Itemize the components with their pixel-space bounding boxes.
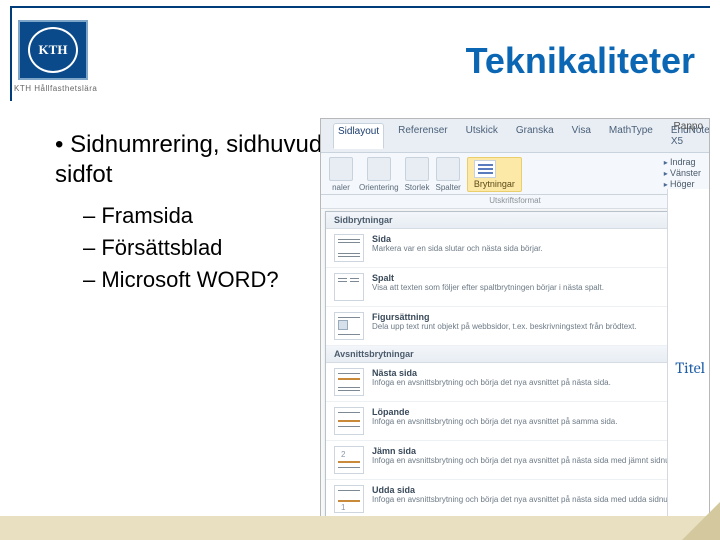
ribbon: naler Orientering Storlek Spalter Brytni… — [321, 153, 709, 195]
mi-desc: Infoga en avsnittsbrytning och börja det… — [372, 378, 696, 388]
mi-title: Udda sida — [372, 485, 696, 495]
ribbon-btn-size[interactable]: Storlek — [405, 157, 430, 192]
border-top — [10, 6, 710, 8]
mi-title: Figursättning — [372, 312, 696, 322]
ribbon-label-2: Orientering — [359, 183, 399, 192]
mi-title: Sida — [372, 234, 696, 244]
ribbon-btn-marg[interactable]: naler — [329, 157, 353, 192]
menu-item-udda[interactable]: 1 Udda sidaInfoga en avsnittsbrytning oc… — [326, 480, 704, 519]
menu-item-nasta[interactable]: Nästa sidaInfoga en avsnittsbrytning och… — [326, 363, 704, 402]
mi-desc: Infoga en avsnittsbrytning och börja det… — [372, 495, 696, 505]
kth-logo-text: KTH — [28, 27, 78, 73]
slide-container: KTH KTH Hållfasthetslära Teknikaliteter … — [0, 0, 720, 540]
ribbon-btn-orient[interactable]: Orientering — [359, 157, 399, 192]
ribbon-btn-cols[interactable]: Spalter — [435, 157, 460, 192]
tab-granska[interactable]: Granska — [512, 123, 558, 149]
breaks-dropdown-button[interactable]: Brytningar — [467, 157, 522, 192]
menu-heading-pagebreaks: Sidbrytningar — [326, 212, 704, 229]
kth-logo: KTH — [18, 20, 88, 80]
slide-content: Sidnumrering, sidhuvud, sidfot Framsida … — [55, 130, 345, 296]
mi-desc: Dela upp text runt objekt på webbsidor, … — [372, 322, 696, 332]
mi-title: Nästa sida — [372, 368, 696, 378]
continuous-break-icon — [334, 407, 364, 435]
mi-desc: Infoga en avsnittsbrytning och börja det… — [372, 456, 696, 466]
logo-caption: KTH Hållfasthetslära — [14, 84, 97, 93]
slide-footer-band — [0, 516, 720, 540]
mi-title: Spalt — [372, 273, 696, 283]
mi-desc: Visa att texten som följer efter spaltbr… — [372, 283, 696, 293]
tab-utskick[interactable]: Utskick — [462, 123, 502, 149]
ribbon-tabs: Sidlayout Referenser Utskick Granska Vis… — [321, 119, 709, 153]
sub-1: Framsida — [83, 200, 345, 232]
doc-title-placeholder: Titel — [675, 359, 705, 377]
breaks-label: Brytningar — [474, 179, 515, 189]
breaks-menu: Sidbrytningar SidaMarkera var en sida sl… — [325, 211, 705, 520]
ribbon-label-1: naler — [332, 183, 350, 192]
indent-right[interactable]: Höger — [664, 179, 701, 189]
menu-heading-sectionbreaks: Avsnittsbrytningar — [326, 346, 704, 363]
nextpage-break-icon — [334, 368, 364, 396]
border-left — [10, 6, 12, 101]
tab-mathtype[interactable]: MathType — [605, 123, 657, 149]
slide-title: Teknikaliteter — [466, 40, 695, 82]
menu-item-spalt[interactable]: SpaltVisa att texten som följer efter sp… — [326, 268, 704, 307]
ribbon-label-3: Storlek — [405, 183, 430, 192]
indent-left[interactable]: Vänster — [664, 168, 701, 178]
mi-title: Jämn sida — [372, 446, 696, 456]
menu-item-jamn[interactable]: 2 Jämn sidaInfoga en avsnittsbrytning oc… — [326, 441, 704, 480]
sub-bullets: Framsida Försättsblad Microsoft WORD? — [83, 200, 345, 296]
ribbon-group-caption: Utskriftsformat — [321, 195, 709, 209]
breaks-icon — [474, 160, 496, 178]
bullet-main: Sidnumrering, sidhuvud, sidfot — [55, 130, 345, 190]
column-break-icon — [334, 273, 364, 301]
ribbon-indent-group: Indrag Vänster Höger — [664, 157, 701, 189]
menu-item-figur[interactable]: FigursättningDela upp text runt objekt p… — [326, 307, 704, 346]
evenpage-break-icon: 2 — [334, 446, 364, 474]
document-peek: Titel — [667, 189, 709, 523]
mi-desc: Markera var en sida slutar och nästa sid… — [372, 244, 696, 254]
page-curl-icon — [682, 502, 720, 540]
tab-visa[interactable]: Visa — [568, 123, 595, 149]
oddpage-break-icon: 1 — [334, 485, 364, 513]
window-title-hint: Rappo — [668, 119, 709, 134]
menu-item-lopande[interactable]: LöpandeInfoga en avsnittsbrytning och bö… — [326, 402, 704, 441]
page-break-icon — [334, 234, 364, 262]
ribbon-label-4: Spalter — [435, 183, 460, 192]
mi-desc: Infoga en avsnittsbrytning och börja det… — [372, 417, 696, 427]
columns-icon — [436, 157, 460, 181]
page-icon — [329, 157, 353, 181]
tab-referenser[interactable]: Referenser — [394, 123, 451, 149]
size-icon — [405, 157, 429, 181]
menu-item-sida[interactable]: SidaMarkera var en sida slutar och nästa… — [326, 229, 704, 268]
mi-title: Löpande — [372, 407, 696, 417]
orientation-icon — [367, 157, 391, 181]
sub-3: Microsoft WORD? — [83, 264, 345, 296]
sub-2: Försättsblad — [83, 232, 345, 264]
word-screenshot: Rappo Sidlayout Referenser Utskick Grans… — [320, 118, 710, 523]
indent-caption: Indrag — [664, 157, 701, 167]
textwrap-break-icon — [334, 312, 364, 340]
tab-sidlayout[interactable]: Sidlayout — [333, 123, 384, 149]
